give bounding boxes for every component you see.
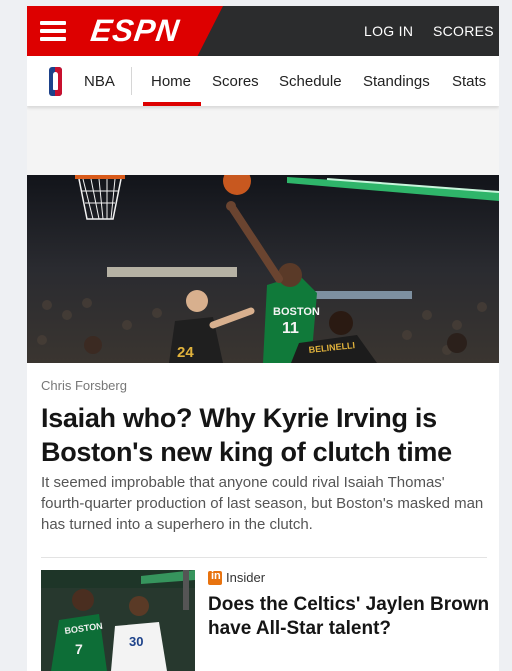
active-tab-indicator [143, 102, 201, 106]
article-author[interactable]: Chris Forsberg [41, 378, 127, 393]
hero-jersey-text: BOSTON [273, 306, 320, 318]
app-frame: ESPN LOG IN SCORES NBA Home Scores Sched… [27, 6, 499, 671]
story-thumbnail[interactable]: BOSTON 7 30 [41, 570, 195, 671]
insider-label: Insider [226, 570, 266, 585]
story-thumbnail-illustration: BOSTON 7 30 [41, 570, 195, 671]
thumb-number-left: 7 [75, 641, 83, 657]
menu-icon[interactable] [40, 21, 66, 41]
league-label[interactable]: NBA [84, 73, 115, 90]
story-headline[interactable]: Does the Celtics' Jaylen Brown have All-… [208, 593, 493, 641]
hero-photo[interactable]: BOSTON 11 24 BELINELLI [27, 175, 499, 363]
league-nav: NBA Home Scores Schedule Standings Stats [27, 56, 499, 106]
nav-divider [131, 67, 132, 95]
thumb-number-right: 30 [129, 634, 143, 649]
tab-scores[interactable]: Scores [212, 73, 259, 90]
lead-article[interactable]: Chris Forsberg Isaiah who? Why Kyrie Irv… [27, 363, 499, 671]
login-link[interactable]: LOG IN [364, 23, 413, 39]
top-bar: ESPN LOG IN SCORES [27, 6, 499, 56]
scores-link[interactable]: SCORES [433, 23, 494, 39]
insider-icon: in [208, 570, 222, 585]
nba-logo-icon[interactable] [49, 67, 62, 96]
tab-home[interactable]: Home [151, 73, 191, 90]
hero-jersey-number: 11 [282, 320, 299, 337]
espn-logo[interactable]: ESPN [88, 13, 182, 49]
tab-standings[interactable]: Standings [363, 73, 430, 90]
hero-away-number: 24 [177, 344, 194, 361]
hero-photo-illustration: BOSTON 11 24 BELINELLI [27, 175, 499, 363]
divider [41, 557, 487, 558]
article-summary[interactable]: It seemed improbable that anyone could r… [41, 472, 491, 535]
tab-stats[interactable]: Stats [452, 73, 486, 90]
tab-schedule[interactable]: Schedule [279, 73, 342, 90]
article-headline[interactable]: Isaiah who? Why Kyrie Irving is Boston's… [41, 401, 491, 469]
